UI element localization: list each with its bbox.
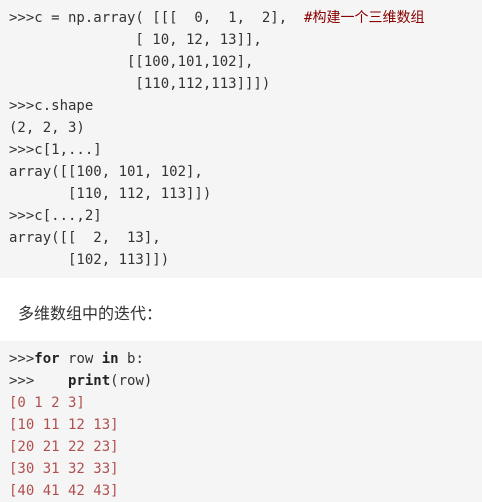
code-line: [ 10, 12, 13]], xyxy=(9,32,262,48)
output-line: [0 1 2 3] xyxy=(9,395,85,411)
code-block-array-example: >>>c = np.array( [[[ 0, 1, 2], #构建一个三维数组… xyxy=(0,0,482,278)
prompt: >>> xyxy=(9,373,69,389)
code-line: >>>c = np.array( [[[ 0, 1, 2], #构建一个三维数组 xyxy=(9,7,482,29)
code-text: row xyxy=(59,351,102,367)
code-line: >>>c[...,2] xyxy=(9,208,102,224)
prompt: >>> xyxy=(9,351,35,367)
output-line: [40 41 42 43] xyxy=(9,483,119,499)
output-line: [10 11 12 13] xyxy=(9,417,119,433)
code-line: [102, 113]]) xyxy=(9,252,170,268)
code-line: array([[100, 101, 102], xyxy=(9,164,203,180)
code-block-iteration-example: >>>for row in b: >>> print(row) [0 1 2 3… xyxy=(0,341,482,502)
keyword-for: for xyxy=(34,351,60,367)
code-line: [110,112,113]]]) xyxy=(9,76,271,92)
code-line: >>>c.shape xyxy=(9,98,94,114)
code-line: >>> print(row) xyxy=(9,370,482,392)
section-paragraph: 多维数组中的迭代： xyxy=(18,304,163,323)
code-text: b: xyxy=(118,351,144,367)
code-line: >>>for row in b: xyxy=(9,348,482,370)
code-line: [110, 112, 113]]) xyxy=(9,186,212,202)
keyword-print: print xyxy=(68,373,111,389)
code-text: >>>c = np.array( [[[ 0, 1, 2], xyxy=(9,10,305,26)
code-line: array([[ 2, 13], xyxy=(9,230,161,246)
code-line: (2, 2, 3) xyxy=(9,120,85,136)
code-comment: #构建一个三维数组 xyxy=(304,10,425,26)
output-line: [30 31 32 33] xyxy=(9,461,119,477)
code-line: >>>c[1,...] xyxy=(9,142,102,158)
keyword-in: in xyxy=(101,351,119,367)
code-line: [[100,101,102], xyxy=(9,54,254,70)
code-text: (row) xyxy=(110,373,153,389)
output-line: [20 21 22 23] xyxy=(9,439,119,455)
